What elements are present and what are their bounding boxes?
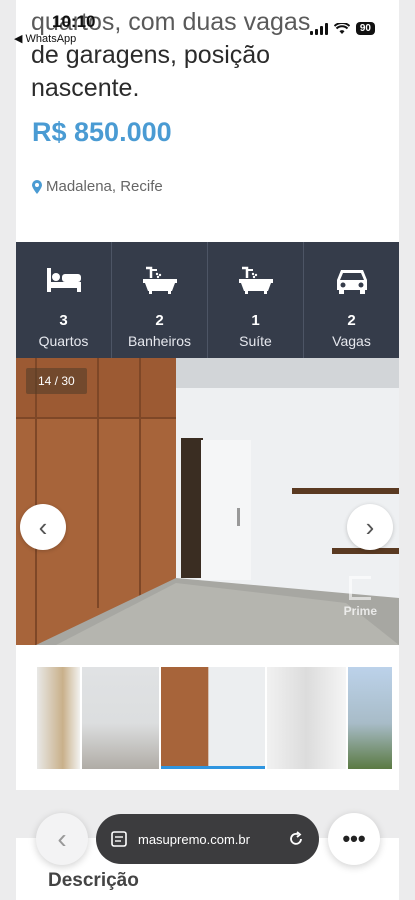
thumbnail[interactable] (266, 667, 347, 769)
chevron-left-icon: ‹ (57, 823, 67, 854)
car-icon (336, 270, 367, 294)
gallery-main-photo[interactable]: 14 / 30 ‹ › Prime (16, 358, 399, 645)
description-heading: Descrição (48, 870, 139, 891)
status-icons: 90 (309, 22, 375, 35)
wifi-icon (333, 22, 350, 34)
status-bar: 10:10 ◀ WhatsApp 90 (0, 0, 415, 45)
thumbnail[interactable] (348, 667, 392, 769)
watermark: Prime (344, 576, 377, 618)
feature-value: 2 (155, 312, 164, 329)
map-pin-icon (32, 179, 42, 194)
location-text: Madalena, Recife (46, 178, 163, 195)
more-options-button[interactable]: ••• (328, 813, 380, 865)
feature-bathrooms: 2 Banheiros (112, 242, 208, 358)
bathtub-icon (238, 266, 273, 294)
back-to-whatsapp-link[interactable]: ◀ WhatsApp (14, 32, 76, 45)
thumbnail[interactable] (81, 667, 160, 769)
listing-location: Madalena, Recife (32, 178, 163, 195)
chevron-left-icon: ‹ (38, 512, 48, 542)
next-photo-button[interactable]: › (347, 504, 393, 550)
feature-value: 2 (347, 312, 356, 329)
thumbnail-strip (37, 667, 392, 769)
feature-label: Suíte (239, 333, 272, 349)
feature-label: Banheiros (127, 333, 192, 349)
chevron-right-icon: › (365, 512, 375, 542)
logo-icon (349, 576, 372, 600)
reload-icon[interactable] (287, 830, 305, 848)
thumbnail[interactable] (37, 667, 80, 769)
battery-icon: 90 (355, 22, 375, 35)
tabs-icon (111, 831, 127, 847)
clock: 10:10 (52, 12, 96, 31)
prev-photo-button[interactable]: ‹ (20, 504, 66, 550)
feature-suites: 1 Suíte (208, 242, 304, 358)
bed-icon (46, 268, 81, 292)
headline-line-3: nascente. (31, 74, 140, 102)
room-photo (16, 358, 399, 645)
feature-label: Vagas (332, 333, 371, 349)
feature-value: 3 (59, 312, 68, 329)
browser-back-button[interactable]: ‹ (36, 813, 88, 865)
bathtub-icon (142, 266, 177, 294)
url-text: masupremo.com.br (138, 831, 250, 847)
feature-bedrooms: 3 Quartos (16, 242, 112, 358)
more-icon: ••• (342, 826, 366, 851)
feature-strip: 3 Quartos 2 Banheiros 1 Suíte 2 Vagas (16, 242, 399, 358)
feature-label: Quartos (38, 333, 89, 349)
signal-icon (309, 22, 328, 35)
address-bar[interactable]: masupremo.com.br (96, 814, 319, 864)
thumbnail-active[interactable] (161, 667, 265, 769)
thumbnail-strip-card (16, 645, 399, 790)
photo-counter: 14 / 30 (26, 368, 87, 394)
watermark-text: Prime (343, 604, 377, 618)
listing-price: R$ 850.000 (32, 117, 172, 147)
feature-parking: 2 Vagas (304, 242, 399, 358)
feature-value: 1 (251, 312, 260, 329)
